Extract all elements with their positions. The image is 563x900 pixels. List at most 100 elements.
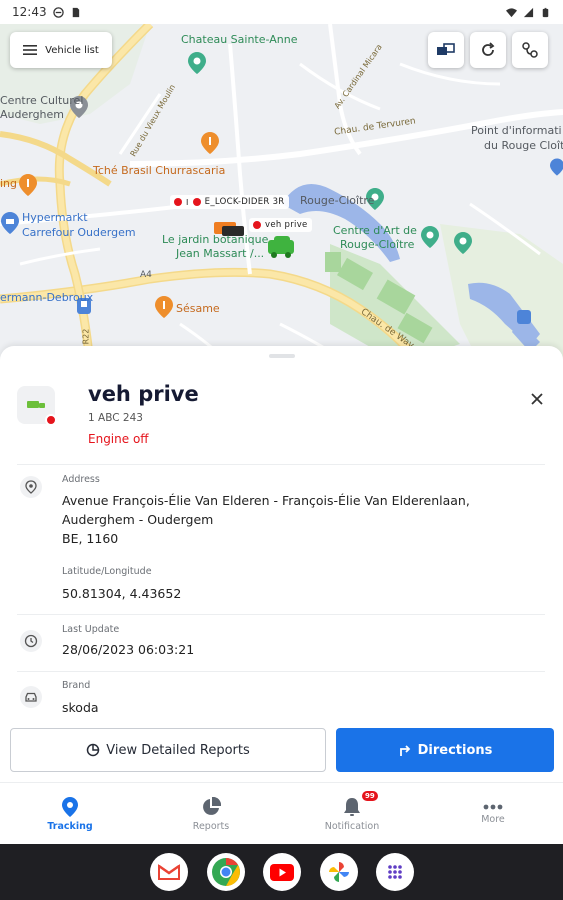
bottom-navigation: Tracking Reports 99 Notification More — [0, 782, 563, 844]
vehicle-tag-lock-dider[interactable]: I E_LOCK-DIDER 3R — [170, 195, 289, 209]
map-label-sesame: Sésame — [176, 302, 220, 315]
museum-pin-icon[interactable] — [421, 226, 439, 248]
address-line-2: Auderghem - Oudergem — [62, 512, 214, 527]
car-icon — [20, 686, 42, 708]
map-layers-button[interactable] — [428, 32, 464, 68]
youtube-app-icon[interactable] — [263, 853, 301, 891]
route-button[interactable] — [512, 32, 548, 68]
close-icon[interactable] — [526, 388, 548, 410]
vehicle-tag-label: veh prive — [265, 220, 308, 230]
app-drawer-icon[interactable] — [376, 853, 414, 891]
chrome-app-icon[interactable] — [207, 853, 245, 891]
nav-reports-label: Reports — [192, 820, 230, 832]
map-view[interactable]: Chateau Sainte-Anne Centre Culturel Aude… — [0, 24, 563, 364]
menu-icon — [23, 45, 38, 55]
nav-tracking-label: Tracking — [47, 820, 93, 832]
map-label-rouge-cloitre: Rouge-Cloître — [300, 194, 375, 207]
divider — [17, 464, 545, 465]
restaurant-pin-icon[interactable] — [201, 132, 219, 154]
pie-chart-icon — [203, 796, 221, 815]
map-label-rouge-cloitre-art: Rouge-Cloître — [340, 238, 415, 251]
brand-value: skoda — [62, 700, 99, 715]
gmail-app-icon[interactable] — [150, 853, 188, 891]
map-label-hypermarkt: Hypermarkt — [22, 211, 88, 224]
address-label: Address — [62, 474, 100, 485]
status-bar: 12:43 — [0, 0, 563, 24]
park-pin-icon[interactable] — [454, 232, 472, 254]
nav-more-label: More — [481, 813, 505, 825]
map-label-centre-art: Centre d'Art de — [333, 224, 417, 237]
map-label-ing: ing — [0, 177, 18, 190]
nav-notification[interactable]: 99 Notification — [282, 783, 422, 845]
last-update-label: Last Update — [62, 624, 120, 635]
divider — [17, 671, 545, 672]
status-dot — [174, 198, 182, 206]
map-label-hermann: ermann-Debroux — [0, 291, 94, 304]
shop-pin-icon[interactable] — [1, 212, 19, 234]
tracking-pin-icon — [62, 796, 78, 817]
map-label-centre-culturel: Centre Culturel — [0, 94, 84, 107]
photos-app-icon[interactable] — [320, 853, 358, 891]
vehicle-tag-veh-prive[interactable]: veh prive — [249, 218, 312, 232]
nav-tracking[interactable]: Tracking — [0, 783, 140, 845]
dnd-icon — [52, 6, 64, 18]
map-label-carrefour: Carrefour Oudergem — [22, 226, 136, 239]
bus-stop-icon — [517, 310, 531, 324]
vehicle-name: veh prive — [88, 382, 199, 406]
status-dot — [45, 414, 57, 426]
restaurant-pin-icon[interactable] — [155, 296, 173, 318]
map-label-jardin: Le jardin botanique — [162, 233, 269, 246]
latlng-label: Latitude/Longitude — [62, 566, 152, 577]
vehicle-details-sheet: veh prive 1 ABC 243 Engine off Address A… — [0, 346, 563, 716]
signal-icon — [523, 7, 534, 17]
bell-icon — [344, 797, 360, 816]
vehicle-tag-label: E_LOCK-DIDER 3R — [204, 197, 285, 207]
directions-label: Directions — [417, 742, 493, 758]
status-time: 12:43 — [12, 5, 47, 19]
vehicle-list-label: Vehicle list — [45, 44, 99, 56]
layers-icon — [437, 43, 455, 55]
route-icon — [522, 42, 538, 58]
status-dot — [192, 198, 201, 206]
vehicle-list-button[interactable]: Vehicle list — [10, 32, 112, 68]
sheet-drag-handle[interactable] — [269, 354, 295, 358]
action-bar: View Detailed Reports Directions — [0, 716, 563, 782]
view-detailed-reports-button[interactable]: View Detailed Reports — [10, 728, 326, 772]
map-label-rouge-cloitre-info: du Rouge Cloît — [484, 139, 563, 152]
nav-notification-label: Notification — [324, 820, 380, 832]
refresh-button[interactable] — [470, 32, 506, 68]
directions-button[interactable]: Directions — [336, 728, 554, 772]
map-label-massart: Jean Massart /... — [176, 247, 265, 260]
address-line-3: BE, 1160 — [62, 531, 119, 546]
map-label-r22: R22 — [81, 328, 91, 345]
wifi-icon — [506, 7, 517, 17]
latlng-value: 50.81304, 4.43652 — [62, 586, 182, 601]
status-dot — [253, 221, 261, 229]
vehicle-avatar — [17, 386, 57, 426]
park-pin-icon[interactable] — [188, 52, 206, 74]
battery-icon — [542, 7, 549, 17]
more-dots-icon — [483, 804, 503, 809]
map-label-point-info: Point d'informati — [471, 124, 562, 137]
map-label-a4: A4 — [140, 270, 152, 280]
truck-icon — [27, 401, 45, 408]
cluster-marker-icon[interactable] — [274, 236, 290, 252]
nav-more[interactable]: More — [423, 783, 563, 845]
notification-badge: 99 — [362, 791, 378, 801]
view-detailed-reports-label: View Detailed Reports — [106, 742, 250, 758]
nav-reports[interactable]: Reports — [141, 783, 281, 845]
map-label-chateau: Chateau Sainte-Anne — [181, 33, 298, 46]
address-line-1: Avenue François-Élie Van Elderen - Franç… — [62, 493, 470, 508]
map-label-auderghem: Auderghem — [0, 108, 65, 121]
vehicle-status: Engine off — [88, 432, 149, 446]
refresh-icon — [482, 42, 495, 56]
location-icon — [20, 476, 42, 498]
report-icon — [86, 743, 100, 757]
divider — [17, 614, 545, 615]
vehicle-plate: 1 ABC 243 — [88, 412, 143, 424]
restaurant-pin-icon[interactable] — [19, 174, 37, 196]
info-pin-icon[interactable] — [550, 158, 563, 176]
map-label-tche-brasil: Tché Brasil Churrascaria — [93, 164, 226, 177]
app-dock — [0, 844, 563, 900]
sim-card-icon — [72, 7, 79, 17]
